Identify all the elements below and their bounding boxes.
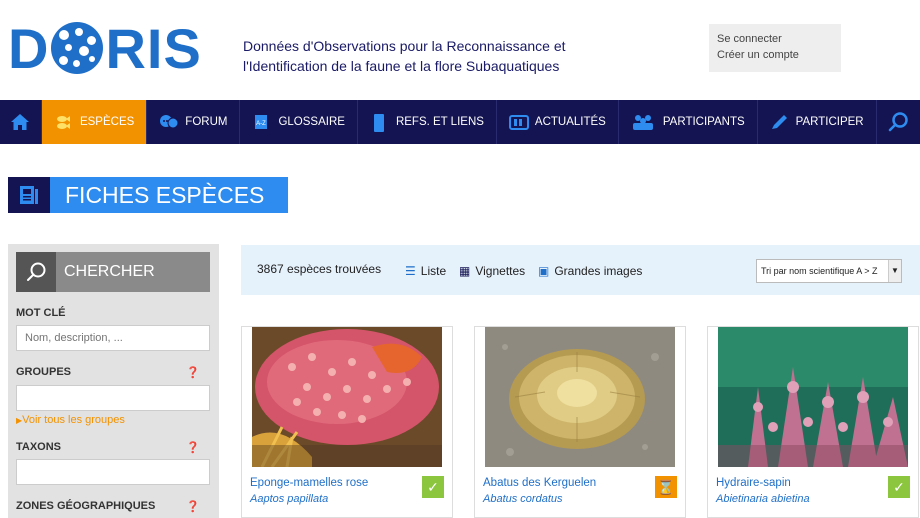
species-common-name[interactable]: Hydraire-sapin	[716, 477, 791, 489]
nav-home[interactable]	[0, 100, 42, 144]
validated-check-icon: ✓	[888, 476, 910, 498]
species-photo	[252, 327, 442, 467]
chevron-down-icon: ▼	[888, 260, 901, 282]
help-icon[interactable]: ❓	[186, 441, 200, 454]
logo-sponge-image	[51, 22, 104, 74]
view-thumbs-label: Vignettes	[475, 264, 526, 278]
help-icon[interactable]: ❓	[186, 500, 200, 513]
pen-icon	[770, 114, 788, 130]
nav-actualites-label: ACTUALITÉS	[534, 116, 606, 128]
main-nav: ESPÈCES FORUM A-Z GLOSSAIRE REFS. ET LIE…	[0, 100, 920, 144]
search-icon	[889, 112, 909, 132]
sort-select[interactable]: Tri par nom scientifique A > Z ▼	[756, 259, 902, 283]
tagline-line-2: l'Identification de la faune et la flore…	[243, 58, 560, 74]
search-label: CHERCHER	[64, 263, 155, 280]
login-link[interactable]: Se connecter	[717, 31, 833, 47]
nav-participer[interactable]: PARTICIPER	[758, 100, 877, 144]
search-icon	[16, 252, 56, 292]
species-sheet-icon	[8, 177, 50, 213]
page-title-text: FICHES ESPÈCES	[50, 177, 289, 213]
groups-label: GROUPES	[16, 366, 72, 378]
nav-forum-label: FORUM	[185, 116, 228, 128]
view-thumbs-button[interactable]: ▦ Vignettes	[459, 264, 525, 278]
search-toggle[interactable]: CHERCHER	[16, 252, 210, 292]
all-groups-text: Voir tous les groupes	[22, 414, 125, 426]
nav-search-button[interactable]	[877, 100, 920, 144]
hourglass-icon: ⌛	[655, 476, 677, 498]
taxons-label: TAXONS	[16, 441, 62, 453]
taxons-label-row: TAXONS ❓	[16, 441, 210, 454]
results-count: 3867 espèces trouvées	[257, 262, 382, 276]
validated-check-icon: ✓	[422, 476, 444, 498]
groups-label-row: GROUPES ❓	[16, 366, 210, 379]
nav-glossaire[interactable]: A-Z GLOSSAIRE	[240, 100, 358, 144]
zones-label-row: ZONES GÉOGRAPHIQUES ❓	[16, 500, 210, 513]
nav-glossaire-label: GLOSSAIRE	[278, 116, 345, 128]
keyword-input[interactable]	[16, 325, 210, 351]
keyword-label: MOT CLÉ	[16, 307, 66, 319]
species-common-name[interactable]: Eponge-mamelles rose	[250, 477, 368, 489]
list-icon: ☰	[405, 264, 416, 278]
nav-especes[interactable]: ESPÈCES	[41, 100, 148, 144]
species-scientific-name: Aaptos papillata	[250, 493, 329, 505]
chat-icon	[159, 114, 179, 130]
nav-actualites[interactable]: ACTUALITÉS	[497, 100, 619, 144]
view-list-button[interactable]: ☰ Liste	[405, 264, 446, 278]
nav-participants-label: PARTICIPANTS	[662, 116, 745, 128]
species-photo	[718, 327, 908, 467]
grid-icon: ▦	[459, 264, 471, 278]
nav-refs-label: REFS. ET LIENS	[395, 116, 484, 128]
bookmark-icon	[370, 114, 388, 132]
taxons-input[interactable]	[16, 459, 210, 485]
view-list-label: Liste	[420, 264, 447, 278]
fish-icon	[54, 114, 72, 130]
sort-value: Tri par nom scientifique A > Z	[761, 266, 878, 276]
home-icon	[11, 114, 30, 130]
site-tagline: Données d'Observations pour la Reconnais…	[243, 36, 566, 76]
help-icon[interactable]: ❓	[186, 366, 200, 379]
svg-text:A-Z: A-Z	[257, 121, 267, 127]
news-icon	[508, 114, 529, 130]
groups-input[interactable]	[16, 385, 210, 411]
species-card[interactable]: Hydraire-sapin Abietinaria abietina ✓	[707, 326, 919, 518]
view-large-button[interactable]: ▣ Grandes images	[538, 264, 642, 278]
species-scientific-name: Abatus cordatus	[483, 493, 563, 505]
search-sidebar: CHERCHER MOT CLÉ GROUPES ❓ ▶Voir tous le…	[8, 244, 219, 518]
site-header: D RIS Données d'Observations pour la Rec…	[0, 0, 920, 100]
page-title: FICHES ESPÈCES	[8, 177, 289, 213]
results-toolbar: 3867 espèces trouvées ☰ Liste ▦ Vignettes …	[241, 245, 920, 295]
doris-logo[interactable]: D RIS	[8, 17, 202, 80]
nav-forum[interactable]: FORUM	[147, 100, 241, 144]
nav-refs[interactable]: REFS. ET LIENS	[358, 100, 497, 144]
image-icon: ▣	[538, 264, 550, 278]
nav-participants[interactable]: PARTICIPANTS	[619, 100, 758, 144]
nav-especes-label: ESPÈCES	[79, 116, 135, 128]
species-photo	[485, 327, 675, 467]
people-icon	[631, 114, 655, 130]
tagline-line-1: Données d'Observations pour la Reconnais…	[243, 38, 566, 54]
account-box: Se connecter Créer un compte	[709, 24, 841, 72]
species-card[interactable]: Abatus des Kerguelen Abatus cordatus ⌛	[474, 326, 686, 518]
all-groups-link[interactable]: ▶Voir tous les groupes	[16, 414, 125, 426]
view-large-label: Grandes images	[554, 264, 643, 278]
zones-label: ZONES GÉOGRAPHIQUES	[16, 500, 156, 512]
nav-participer-label: PARTICIPER	[795, 116, 864, 128]
species-common-name[interactable]: Abatus des Kerguelen	[483, 477, 596, 489]
signup-link[interactable]: Créer un compte	[717, 47, 833, 63]
species-card[interactable]: Eponge-mamelles rose Aaptos papillata ✓	[241, 326, 453, 518]
species-scientific-name: Abietinaria abietina	[716, 493, 810, 505]
book-icon: A-Z	[252, 114, 270, 130]
